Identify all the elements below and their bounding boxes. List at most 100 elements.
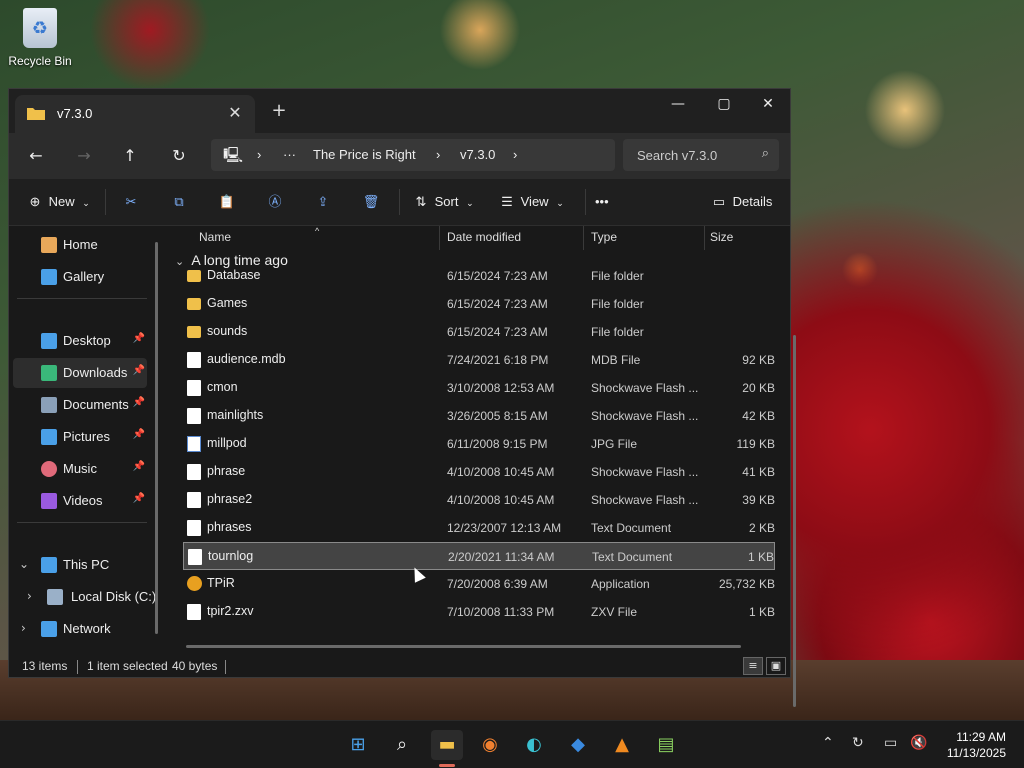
recycle-bin-desktop-icon[interactable]: Recycle Bin — [8, 8, 72, 68]
file-row[interactable]: phrases 12/23/2007 12:13 AM Text Document 2… — [183, 514, 775, 542]
update-icon[interactable]: ↻ — [852, 735, 864, 751]
notepad-plus-icon[interactable]: ▤ — [650, 730, 682, 760]
file-row[interactable]: phrase2 4/10/2008 10:45 AM Shockwave Flash… — [183, 486, 775, 514]
file-row[interactable]: cmon 3/10/2008 12:53 AM Shockwave Flash ..… — [183, 374, 775, 402]
sidebar-item-videos[interactable]: Videos 📌 — [13, 486, 147, 516]
view-button[interactable]: ☰ View ⌄ — [497, 190, 564, 214]
new-tab-button[interactable]: + — [267, 99, 291, 123]
file-row[interactable]: TPiR 7/20/2008 6:39 AM Application 25,732 K… — [183, 570, 775, 598]
file-row[interactable]: audience.mdb 7/24/2021 6:18 PM MDB File 92 … — [183, 346, 775, 374]
chevron-down-icon[interactable]: ⌄ — [19, 557, 29, 571]
copy-icon[interactable]: ⧉ — [169, 190, 189, 214]
file-date: 6/11/2008 9:15 PM — [447, 437, 548, 451]
sidebar-scrollbar[interactable] — [155, 242, 158, 634]
paste-icon[interactable]: 📋 — [217, 190, 237, 214]
file-date: 4/10/2008 10:45 AM — [447, 493, 555, 507]
file-row[interactable]: Database 6/15/2024 7:23 AM File folder — [183, 262, 775, 290]
large-icons-view-icon[interactable]: ▣ — [766, 657, 786, 675]
pin-icon[interactable]: 📌 — [133, 461, 145, 472]
chevron-right-icon[interactable]: › — [27, 589, 32, 603]
file-icon — [187, 604, 201, 620]
back-arrow-icon[interactable]: ← — [21, 141, 51, 171]
refresh-icon[interactable]: ↻ — [164, 141, 194, 171]
pin-icon[interactable]: 📌 — [133, 397, 145, 408]
this-pc-crumb-icon[interactable]: 🖳 — [223, 145, 243, 170]
column-header-size[interactable]: Size — [710, 226, 733, 250]
file-row[interactable]: mainlights 3/26/2005 8:15 AM Shockwave Fla… — [183, 402, 775, 430]
sidebar-item-home[interactable]: Home — [13, 230, 147, 260]
item-count: 13 items — [22, 659, 68, 673]
file-row[interactable]: Games 6/15/2024 7:23 AM File folder — [183, 290, 775, 318]
breadcrumb-chevron-icon[interactable]: › — [257, 147, 261, 162]
delete-icon[interactable]: 🗑 — [361, 190, 381, 214]
new-button[interactable]: ⊕ New ⌄ — [25, 190, 90, 214]
search-icon[interactable]: ⌕ — [386, 730, 418, 760]
pin-icon[interactable]: 📌 — [133, 333, 145, 344]
sidebar-divider — [17, 522, 147, 523]
close-button[interactable]: ✕ — [745, 89, 791, 119]
pin-icon[interactable]: 📌 — [133, 429, 145, 440]
breadcrumb-item-price-is-right[interactable]: The Price is Right — [313, 147, 416, 162]
breadcrumb[interactable]: 🖳 › ··· The Price is Right › v7.3.0 › — [211, 139, 615, 171]
maximize-button[interactable]: ▢ — [701, 89, 747, 119]
file-explorer-icon[interactable]: ▬ — [431, 730, 463, 760]
status-divider — [77, 660, 78, 674]
column-header-name[interactable]: Name — [199, 226, 231, 250]
search-input[interactable]: Search v7.3.0 ⌕ — [623, 139, 779, 171]
rename-icon[interactable]: Ⓐ — [265, 190, 285, 214]
network-status-icon[interactable]: ▭ — [884, 735, 897, 751]
start-icon[interactable]: ⊞ — [342, 730, 374, 760]
sidebar-item-desktop[interactable]: Desktop 📌 — [13, 326, 147, 356]
sidebar-item-documents[interactable]: Documents 📌 — [13, 390, 147, 420]
breadcrumb-chevron-icon[interactable]: › — [436, 147, 440, 162]
volume-muted-icon[interactable]: 🔇 — [910, 735, 927, 751]
folder-icon — [187, 326, 201, 338]
file-row[interactable]: millpod 6/11/2008 9:15 PM JPG File 119 KB — [183, 430, 775, 458]
pin-icon[interactable]: 📌 — [133, 493, 145, 504]
sort-button[interactable]: ⇅ Sort ⌄ — [411, 190, 474, 214]
pin-icon[interactable]: 📌 — [133, 365, 145, 376]
tab-v7-3-0[interactable]: v7.3.0 ✕ — [15, 95, 255, 133]
vlc-icon[interactable]: ▲ — [606, 730, 638, 760]
more-options-button[interactable]: ••• — [595, 190, 609, 214]
edge-icon[interactable]: ◐ — [518, 730, 550, 760]
clock[interactable]: 11:29 AM 11/13/2025 — [947, 729, 1006, 761]
column-divider[interactable] — [704, 226, 705, 250]
sidebar-item-pictures[interactable]: Pictures 📌 — [13, 422, 147, 452]
breadcrumb-item-v7-3-0[interactable]: v7.3.0 — [460, 147, 495, 162]
file-row[interactable]: tpir2.zxv 7/10/2008 11:33 PM ZXV File 1 KB — [183, 598, 775, 626]
firefox-icon[interactable]: ◉ — [474, 730, 506, 760]
sidebar-item-downloads[interactable]: Downloads 📌 — [13, 358, 147, 388]
file-row[interactable]: phrase 4/10/2008 10:45 AM Shockwave Flash … — [183, 458, 775, 486]
column-divider[interactable] — [583, 226, 584, 250]
file-row[interactable]: sounds 6/15/2024 7:23 AM File folder — [183, 318, 775, 346]
chevron-right-icon[interactable]: › — [21, 621, 26, 635]
share-icon[interactable]: ⇪ — [313, 190, 333, 214]
sidebar-item-network[interactable]: › Network — [13, 614, 147, 644]
column-divider[interactable] — [439, 226, 440, 250]
forward-arrow-icon[interactable]: → — [69, 141, 99, 171]
up-arrow-icon[interactable]: ↑ — [115, 141, 145, 171]
sidebar-item-music[interactable]: Music 📌 — [13, 454, 147, 484]
column-header-type[interactable]: Type — [591, 226, 617, 250]
sidebar-item-gallery[interactable]: Gallery — [13, 262, 147, 292]
sidebar-item-local-disk[interactable]: › Local Disk (C:) — [21, 582, 156, 612]
sidebar-item-this-pc[interactable]: ⌄ This PC — [13, 550, 147, 580]
vscode-icon[interactable]: ◆ — [562, 730, 594, 760]
file-row[interactable]: tournlog 2/20/2021 11:34 AM Text Document 1… — [183, 542, 775, 570]
show-hidden-icons-icon[interactable]: ⌃ — [822, 735, 834, 751]
sidebar-item-label: Gallery — [63, 269, 105, 284]
details-view-icon[interactable]: ≡ — [743, 657, 763, 675]
breadcrumb-chevron-icon[interactable]: › — [513, 147, 517, 162]
tab-close-icon[interactable]: ✕ — [221, 100, 249, 126]
file-name: tpir2.zxv — [207, 604, 254, 618]
file-list-vertical-scrollbar[interactable] — [793, 335, 796, 707]
minimize-button[interactable]: — — [655, 89, 701, 119]
details-pane-button[interactable]: ▭ Details — [709, 190, 773, 214]
file-size: 2 KB — [748, 521, 775, 535]
file-list-horizontal-scrollbar[interactable] — [186, 645, 741, 648]
search-icon[interactable]: ⌕ — [762, 146, 769, 161]
column-header-date-modified[interactable]: Date modified — [447, 226, 521, 250]
cut-icon[interactable]: ✂ — [121, 190, 141, 214]
breadcrumb-overflow-icon[interactable]: ··· — [283, 147, 296, 162]
